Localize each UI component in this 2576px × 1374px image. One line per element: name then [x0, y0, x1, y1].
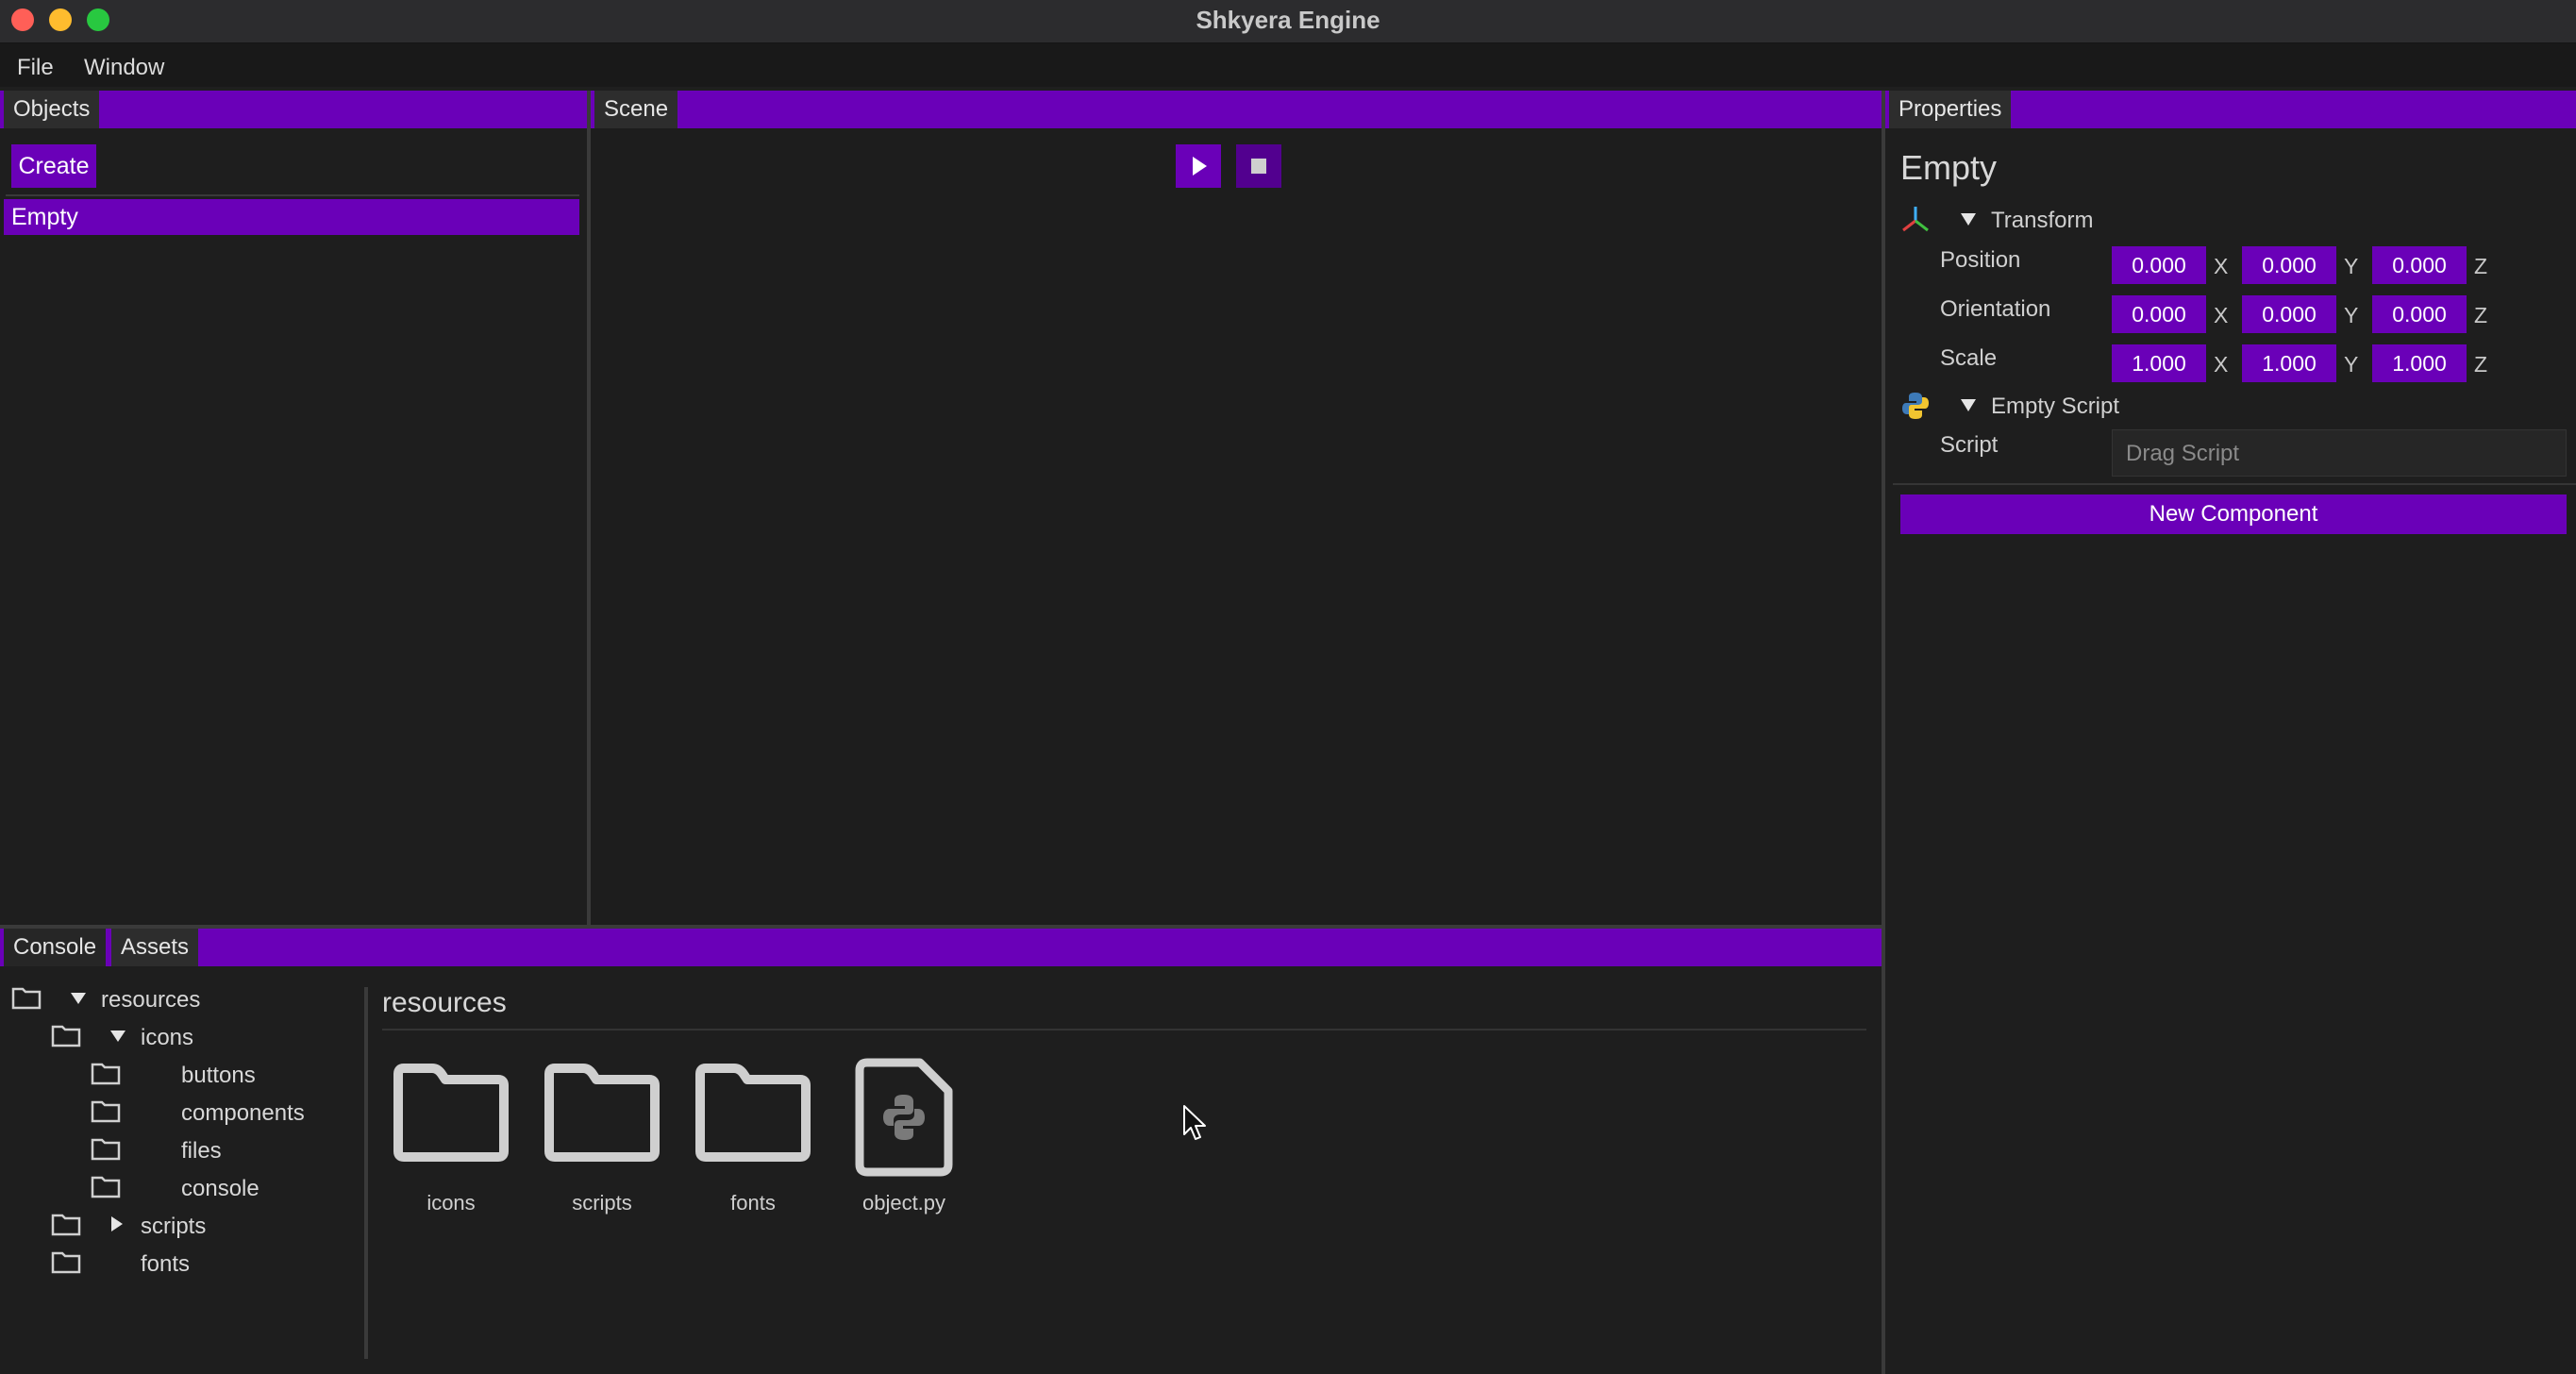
- play-button[interactable]: [1176, 144, 1221, 188]
- transform-header: Transform: [1991, 208, 2094, 233]
- axis-label-y: Y: [2344, 254, 2359, 278]
- window-title: Shkyera Engine: [1196, 6, 1380, 34]
- folder-icon: [91, 1174, 121, 1203]
- asset-item[interactable]: scripts: [527, 1061, 677, 1221]
- asset-label: scripts: [572, 1191, 632, 1215]
- transform-icon: [1900, 204, 1931, 234]
- current-folder-path: resources: [382, 987, 507, 1018]
- tree-splitter[interactable]: [364, 987, 368, 1359]
- play-icon: [1193, 157, 1207, 176]
- menu-bar: File Window: [0, 43, 2576, 87]
- expand-toggle[interactable]: [70, 991, 87, 1011]
- folder-icon: [11, 985, 42, 1014]
- scale-label: Scale: [1940, 345, 1998, 371]
- tree-item[interactable]: files: [181, 1138, 222, 1165]
- expand-toggle[interactable]: [109, 1215, 125, 1237]
- tab-properties[interactable]: Properties: [1889, 91, 2012, 128]
- tree-item[interactable]: resources: [101, 987, 200, 1014]
- position-label: Position: [1940, 247, 2021, 273]
- properties-panel: Properties: [1885, 91, 2576, 1374]
- scene-panel: Scene: [591, 91, 1882, 925]
- tab-assets[interactable]: Assets: [111, 929, 199, 966]
- folder-icon: [393, 1064, 509, 1162]
- tree-item[interactable]: fonts: [141, 1251, 190, 1278]
- scale-x-field[interactable]: 1.000: [2112, 344, 2206, 382]
- axis-label-x: X: [2214, 254, 2229, 278]
- folder-icon: [91, 1098, 121, 1128]
- folder-icon: [91, 1061, 121, 1090]
- axis-label-z: Z: [2474, 352, 2488, 377]
- folder-icon: [544, 1064, 660, 1162]
- python-file-icon: [855, 1058, 953, 1177]
- scale-y-field[interactable]: 1.000: [2242, 344, 2336, 382]
- script-label: Script: [1940, 432, 1999, 458]
- asset-tree: resources icons buttons components files…: [0, 981, 359, 1359]
- python-icon: [1900, 391, 1931, 421]
- collapse-script-toggle[interactable]: [1959, 396, 1978, 415]
- tab-console[interactable]: Console: [4, 929, 107, 966]
- position-x-field[interactable]: 0.000: [2112, 246, 2206, 284]
- objects-panel-header: Objects: [0, 91, 587, 128]
- triangle-down-icon: [1961, 399, 1976, 411]
- scene-panel-header: Scene: [591, 91, 1882, 128]
- asset-item[interactable]: object.py: [828, 1057, 979, 1221]
- triangle-down-icon: [110, 1030, 125, 1042]
- properties-panel-header: Properties: [1885, 91, 2576, 128]
- asset-label: icons: [427, 1191, 476, 1215]
- selected-object-name: Empty: [1900, 148, 1998, 187]
- script-drop-field[interactable]: Drag Script: [2112, 429, 2567, 477]
- stop-button[interactable]: [1236, 144, 1281, 188]
- orientation-label: Orientation: [1940, 296, 2051, 322]
- title-bar: Shkyera Engine: [0, 0, 2576, 43]
- object-list-item[interactable]: Empty: [4, 199, 579, 235]
- tab-objects[interactable]: Objects: [4, 91, 100, 128]
- divider: [6, 194, 579, 196]
- bottom-panel-header: Console Assets: [0, 929, 1882, 966]
- folder-icon: [91, 1136, 121, 1165]
- mouse-cursor-icon: [1182, 1104, 1209, 1142]
- divider: [1893, 483, 2576, 485]
- axis-label-z: Z: [2474, 303, 2488, 327]
- triangle-down-icon: [1961, 213, 1976, 226]
- axis-label-y: Y: [2344, 303, 2359, 327]
- triangle-right-icon: [111, 1216, 123, 1232]
- scale-z-field[interactable]: 1.000: [2372, 344, 2467, 382]
- folder-icon: [51, 1249, 81, 1279]
- menu-file[interactable]: File: [17, 43, 54, 87]
- folder-icon: [51, 1212, 81, 1241]
- asset-label: fonts: [730, 1191, 776, 1215]
- expand-toggle[interactable]: [109, 1029, 126, 1048]
- folder-icon: [51, 1023, 81, 1052]
- tree-item[interactable]: console: [181, 1176, 259, 1202]
- create-object-button[interactable]: Create: [11, 144, 96, 188]
- orientation-x-field[interactable]: 0.000: [2112, 295, 2206, 333]
- asset-item[interactable]: icons: [376, 1061, 527, 1221]
- tree-item[interactable]: components: [181, 1100, 305, 1127]
- tree-item[interactable]: scripts: [141, 1214, 206, 1240]
- script-component-header: Empty Script: [1991, 394, 2120, 419]
- orientation-z-field[interactable]: 0.000: [2372, 295, 2467, 333]
- tree-item[interactable]: buttons: [181, 1063, 256, 1089]
- new-component-button[interactable]: New Component: [1900, 494, 2567, 534]
- axis-label-x: X: [2214, 303, 2229, 327]
- tree-item[interactable]: icons: [141, 1025, 193, 1051]
- position-z-field[interactable]: 0.000: [2372, 246, 2467, 284]
- divider: [382, 1029, 1866, 1030]
- collapse-transform-toggle[interactable]: [1959, 210, 1978, 229]
- asset-label: object.py: [861, 1191, 946, 1215]
- axis-label-x: X: [2214, 352, 2229, 377]
- asset-item[interactable]: fonts: [677, 1061, 828, 1221]
- stop-icon: [1251, 159, 1266, 174]
- orientation-y-field[interactable]: 0.000: [2242, 295, 2336, 333]
- folder-icon: [695, 1064, 811, 1162]
- axis-label-z: Z: [2474, 254, 2488, 278]
- position-y-field[interactable]: 0.000: [2242, 246, 2336, 284]
- axis-label-y: Y: [2344, 352, 2359, 377]
- tab-scene[interactable]: Scene: [594, 91, 678, 128]
- triangle-down-icon: [71, 993, 86, 1004]
- menu-window[interactable]: Window: [84, 43, 164, 87]
